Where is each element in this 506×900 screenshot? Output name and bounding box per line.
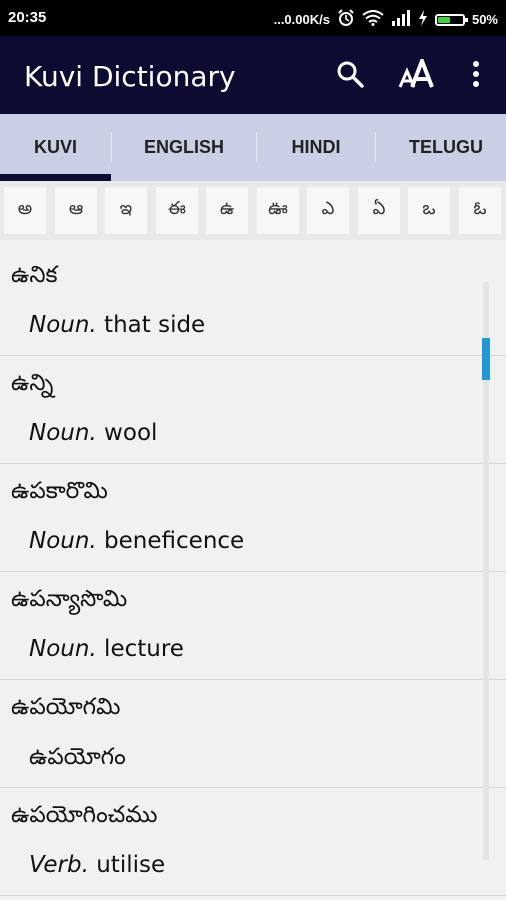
entry-meaning: Noun. that side — [29, 312, 205, 338]
wifi-icon — [362, 10, 384, 29]
entry-meaning: Noun. wool — [29, 420, 157, 446]
alphabet-letter[interactable]: అ — [4, 187, 46, 234]
entry-meaning: ఉపయోగం — [29, 744, 126, 776]
alphabet-letter[interactable]: ఉ — [206, 187, 248, 234]
alphabet-letter[interactable]: ఈ — [156, 187, 198, 234]
entry-meaning: Noun. beneficence — [29, 528, 244, 554]
entry-definition: ఉపయోగం — [29, 744, 126, 770]
tab-telugu[interactable]: TELUGU — [376, 114, 506, 181]
list-item[interactable]: ఉపయోగమి ఉపయోగం — [0, 680, 506, 788]
signal-icon — [391, 10, 411, 29]
battery-fill — [437, 16, 450, 23]
dictionary-list: ఉనిక Noun. that side ఉన్ని Noun. wool ఉప… — [0, 248, 506, 896]
entry-word: ఉన్ని — [11, 370, 54, 396]
entry-definition: beneficence — [96, 528, 245, 554]
app-bar: Kuvi Dictionary — [0, 36, 506, 114]
entry-word: ఉపకారొమి — [11, 478, 108, 504]
entry-definition: that side — [96, 312, 206, 338]
charging-icon — [418, 10, 428, 29]
tab-hindi[interactable]: HINDI — [257, 114, 375, 181]
alphabet-letter[interactable]: ఆ — [55, 187, 97, 234]
entry-pos: Verb. — [29, 852, 89, 878]
entry-word: ఉనిక — [11, 262, 58, 288]
entry-pos: Noun. — [29, 636, 97, 662]
tab-english[interactable]: ENGLISH — [112, 114, 256, 181]
entry-definition: wool — [96, 420, 158, 446]
list-item[interactable]: ఉపయోగించము Verb. utilise — [0, 788, 506, 896]
tab-kuvi[interactable]: KUVI — [0, 114, 111, 181]
entry-pos: Noun. — [29, 312, 97, 338]
tab-selected-indicator — [0, 174, 111, 181]
list-item[interactable]: ఉపకారొమి Noun. beneficence — [0, 464, 506, 572]
entry-word: ఉపయోగమి — [11, 694, 121, 720]
scrollbar-thumb[interactable] — [482, 338, 490, 380]
battery-percent: 50% — [471, 12, 498, 27]
alphabet-letter[interactable]: ఒ — [408, 187, 450, 234]
alphabet-letter[interactable]: ఏ — [358, 187, 400, 234]
network-speed: ...0.00K/s — [273, 12, 330, 27]
app-title: Kuvi Dictionary — [24, 60, 236, 93]
entry-meaning: Noun. lecture — [29, 636, 184, 662]
alphabet-letter[interactable]: ఎ — [307, 187, 349, 234]
tab-bar: KUVI ENGLISH HINDI TELUGU — [0, 114, 506, 181]
entry-pos: Noun. — [29, 420, 97, 446]
entry-definition: utilise — [88, 852, 166, 878]
list-item[interactable]: ఉపన్యాసొమి Noun. lecture — [0, 572, 506, 680]
alphabet-letter[interactable]: ఇ — [105, 187, 147, 234]
entry-definition: lecture — [96, 636, 184, 662]
overflow-menu-icon[interactable] — [462, 52, 490, 96]
search-icon[interactable] — [330, 52, 370, 96]
status-icons: ...0.00K/s 50% — [274, 9, 498, 30]
font-size-icon[interactable] — [396, 52, 438, 96]
battery-icon — [434, 13, 468, 26]
entry-word: ఉపన్యాసొమి — [11, 586, 128, 612]
entry-word: ఉపయోగించము — [11, 802, 158, 828]
alphabet-letter[interactable]: ఓ — [459, 187, 501, 234]
alarm-icon — [337, 9, 355, 30]
status-bar: 20:35 ...0.00K/s 50% — [0, 0, 506, 36]
list-item[interactable]: ఉనిక Noun. that side — [0, 248, 506, 356]
alphabet-filter-row: అ ఆ ఇ ఈ ఉ ఊ ఎ ఏ ఒ ఓ — [0, 181, 506, 240]
status-time: 20:35 — [8, 9, 47, 26]
entry-meaning: Verb. utilise — [29, 852, 165, 878]
list-item[interactable]: ఉన్ని Noun. wool — [0, 356, 506, 464]
alphabet-letter[interactable]: ఊ — [257, 187, 299, 234]
entry-pos: Noun. — [29, 528, 97, 554]
